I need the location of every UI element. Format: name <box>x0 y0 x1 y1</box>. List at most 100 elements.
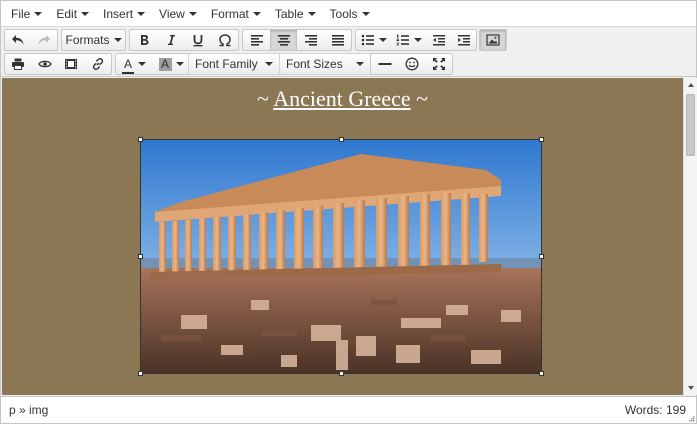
image-illustration <box>141 140 541 373</box>
toolbar: Formats A A Font Family Font Sizes <box>1 27 696 77</box>
menu-view[interactable]: View <box>153 3 205 25</box>
background-color-button[interactable]: A <box>152 54 190 74</box>
numbered-list-button[interactable] <box>391 30 426 50</box>
statusbar: p » img Words: 199 <box>1 396 696 423</box>
emoticons-button[interactable] <box>398 54 425 74</box>
chevron-down-icon <box>265 62 273 66</box>
fullscreen-button[interactable] <box>425 54 452 74</box>
resize-handle-se[interactable] <box>539 371 544 376</box>
element-path[interactable]: p » img <box>9 403 48 417</box>
menu-insert[interactable]: Insert <box>97 3 153 25</box>
bullet-list-button[interactable] <box>356 30 391 50</box>
scroll-down-button[interactable] <box>684 381 697 395</box>
bold-button[interactable] <box>130 30 157 50</box>
insert-misc-group <box>370 53 453 75</box>
link-button[interactable] <box>85 54 112 74</box>
arrow-up-icon <box>687 83 694 87</box>
menu-label: View <box>159 6 185 21</box>
horizontal-rule-button[interactable] <box>371 54 398 74</box>
image-group <box>479 29 507 51</box>
special-char-button[interactable] <box>211 30 238 50</box>
chevron-down-icon <box>307 11 316 16</box>
align-left-icon <box>250 35 263 46</box>
align-justify-icon <box>331 35 344 46</box>
insert-image-button[interactable] <box>480 30 506 50</box>
menu-tools[interactable]: Tools <box>324 3 378 25</box>
resize-handle-sw[interactable] <box>138 371 143 376</box>
heading-link[interactable]: Ancient Greece <box>273 86 410 111</box>
resize-handle-e[interactable] <box>539 254 544 259</box>
font-family-label: Font Family <box>195 57 258 71</box>
align-right-button[interactable] <box>297 30 324 50</box>
font-size-dropdown[interactable]: Font Sizes <box>280 54 370 74</box>
chevron-down-icon <box>137 11 146 16</box>
print-button[interactable] <box>5 54 32 74</box>
scroll-up-button[interactable] <box>684 78 697 92</box>
underline-button[interactable] <box>184 30 211 50</box>
resize-handle-n[interactable] <box>339 137 344 142</box>
font-family-group: Font Family <box>188 53 280 75</box>
bold-icon <box>140 35 148 45</box>
chevron-down-icon <box>413 38 422 42</box>
redo-icon <box>38 35 50 45</box>
align-left-button[interactable] <box>243 30 270 50</box>
print-icon <box>12 58 25 70</box>
align-center-icon <box>277 35 290 46</box>
preview-button[interactable] <box>32 54 59 74</box>
menu-label: Edit <box>56 6 78 21</box>
align-center-button[interactable] <box>270 30 297 50</box>
vertical-scrollbar[interactable] <box>683 78 697 395</box>
chevron-down-icon <box>113 38 122 42</box>
redo-button[interactable] <box>31 30 57 50</box>
outdent-icon <box>432 35 445 46</box>
color-group: A A <box>115 53 191 75</box>
align-justify-button[interactable] <box>324 30 351 50</box>
resize-handle-ne[interactable] <box>539 137 544 142</box>
chevron-down-icon <box>378 38 387 42</box>
formats-group: Formats <box>61 29 126 51</box>
fullscreen-icon <box>432 58 445 70</box>
chevron-down-icon <box>356 62 364 66</box>
formats-dropdown[interactable]: Formats <box>62 30 125 50</box>
menu-table[interactable]: Table <box>269 3 324 25</box>
indent-button[interactable] <box>451 30 476 50</box>
horizontal-rule-icon <box>378 63 391 65</box>
text-color-swatch <box>122 72 134 74</box>
menu-file[interactable]: File <box>5 3 50 25</box>
menu-edit[interactable]: Edit <box>50 3 97 25</box>
resize-handle-nw[interactable] <box>138 137 143 142</box>
italic-button[interactable] <box>157 30 184 50</box>
indent-icon <box>457 35 470 46</box>
film-icon <box>65 59 78 69</box>
italic-icon <box>167 35 175 45</box>
align-right-icon <box>304 35 317 46</box>
font-family-dropdown[interactable]: Font Family <box>189 54 279 74</box>
menubar: File Edit Insert View Format Table Tools <box>1 1 696 27</box>
resize-grip-icon[interactable] <box>687 414 695 422</box>
undo-icon <box>12 35 24 45</box>
resize-handle-s[interactable] <box>339 371 344 376</box>
outdent-button[interactable] <box>426 30 451 50</box>
list-indent-group <box>355 29 477 51</box>
menu-format[interactable]: Format <box>205 3 269 25</box>
underline-icon <box>193 34 202 46</box>
alignment-group <box>242 29 352 51</box>
text-color-button[interactable]: A <box>116 54 152 74</box>
font-size-group: Font Sizes <box>279 53 371 75</box>
undo-button[interactable] <box>5 30 31 50</box>
heading-prefix: ~ <box>256 86 274 111</box>
chevron-down-icon <box>138 62 146 66</box>
media-button[interactable] <box>58 54 85 74</box>
omega-icon <box>218 33 231 46</box>
editor-content[interactable]: ~ Ancient Greece ~ <box>2 78 683 395</box>
editor: File Edit Insert View Format Table Tools… <box>0 0 697 424</box>
parthenon-image[interactable] <box>140 139 542 374</box>
resize-handle-w[interactable] <box>138 254 143 259</box>
word-count: Words: 199 <box>624 403 686 417</box>
chevron-down-icon <box>361 11 370 16</box>
toolbar-row-2: A A Font Family Font Sizes <box>1 52 696 76</box>
formats-label: Formats <box>65 33 110 47</box>
smiley-icon <box>405 57 418 71</box>
scroll-thumb[interactable] <box>686 94 695 156</box>
menu-label: Tools <box>329 6 358 21</box>
